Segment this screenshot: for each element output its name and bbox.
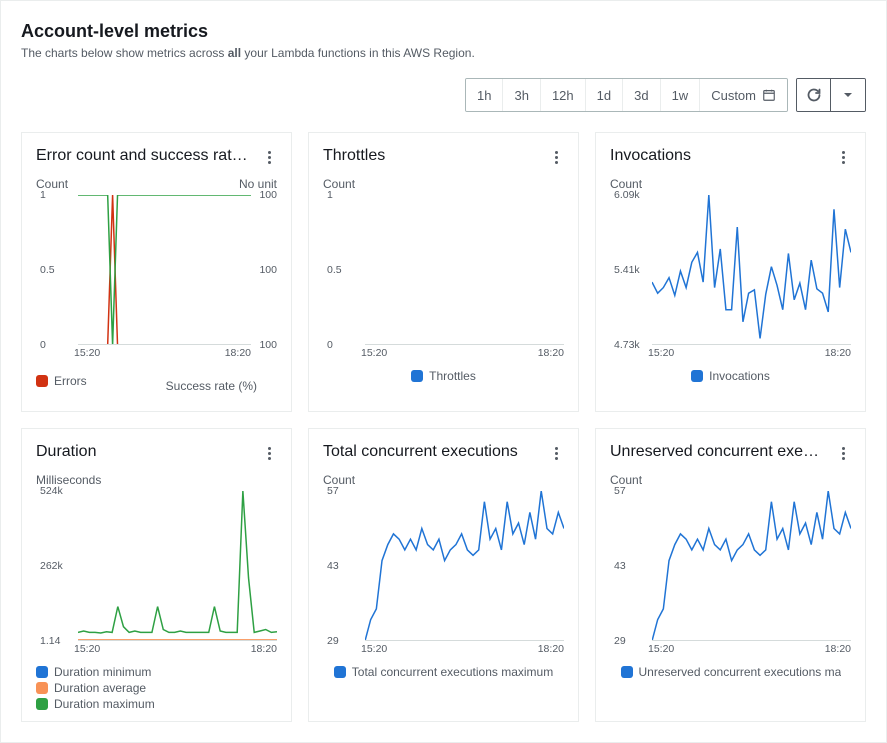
- actions-dropdown-button[interactable]: [831, 79, 865, 111]
- chart-card-unreserved: Unreserved concurrent exe… Count 574329 15:…: [595, 428, 866, 722]
- chart-legend: Total concurrent executions maximum: [323, 665, 564, 679]
- legend-item: Duration average: [36, 681, 277, 695]
- legend-item: Total concurrent executions maximum: [334, 665, 553, 679]
- chart-menu-button[interactable]: [835, 147, 851, 167]
- chart-card-duration: Duration Milliseconds 524k262k1.14 15:2018:…: [21, 428, 292, 722]
- range-3h[interactable]: 3h: [503, 79, 540, 111]
- range-3d[interactable]: 3d: [623, 79, 660, 111]
- metrics-panel: Account-level metrics The charts below s…: [0, 0, 887, 743]
- x-axis-ticks: 15:2018:20: [361, 347, 564, 359]
- range-1d[interactable]: 1d: [586, 79, 623, 111]
- chart-menu-button[interactable]: [548, 443, 564, 463]
- chart-menu-button[interactable]: [835, 443, 851, 463]
- chart-legend: Errors Success rate (%): [36, 369, 277, 393]
- axis-labels: CountNo unit: [36, 177, 277, 191]
- x-axis-ticks: 15:2018:20: [648, 347, 851, 359]
- legend-swatch: [36, 666, 48, 678]
- chart-legend: Invocations: [610, 369, 851, 383]
- legend-item: Errors: [36, 369, 87, 393]
- chart-legend: Duration minimum Duration average Duration…: [36, 665, 277, 711]
- chart-plot: 10.50100100100: [40, 195, 277, 345]
- chart-title: Total concurrent executions: [323, 443, 548, 461]
- axis-labels: Milliseconds: [36, 473, 277, 487]
- axis-labels: Count: [610, 177, 851, 191]
- chart-menu-button[interactable]: [548, 147, 564, 167]
- x-axis-ticks: 15:2018:20: [648, 643, 851, 655]
- chart-title: Invocations: [610, 147, 835, 165]
- page-description: The charts below show metrics across all…: [21, 46, 866, 60]
- chart-legend: Unreserved concurrent executions maximum: [610, 665, 851, 679]
- x-axis-ticks: 15:2018:20: [361, 643, 564, 655]
- range-12h[interactable]: 12h: [541, 79, 586, 111]
- calendar-icon: [762, 88, 776, 102]
- chart-title: Throttles: [323, 147, 548, 165]
- page-title: Account-level metrics: [21, 21, 866, 42]
- chart-plot: 524k262k1.14: [40, 491, 277, 641]
- chart-card-invocations: Invocations Count 6.09k5.41k4.73k 15:2018:2…: [595, 132, 866, 412]
- charts-grid: Error count and success rat… CountNo unit…: [21, 132, 866, 722]
- legend-item: Throttles: [411, 369, 476, 383]
- chart-card-errors: Error count and success rat… CountNo unit…: [21, 132, 292, 412]
- chart-title: Error count and success rat…: [36, 147, 261, 165]
- legend-swatch: [334, 666, 346, 678]
- refresh-icon: [806, 87, 822, 103]
- legend-swatch: [691, 370, 703, 382]
- axis-labels: Count: [610, 473, 851, 487]
- action-button-group: [796, 78, 866, 112]
- chart-plot: 574329: [327, 491, 564, 641]
- chart-title: Duration: [36, 443, 261, 461]
- legend-item: Duration maximum: [36, 697, 277, 711]
- legend-swatch: [36, 698, 48, 710]
- chart-title: Unreserved concurrent exe…: [610, 443, 835, 461]
- legend-item: Duration minimum: [36, 665, 277, 679]
- chart-menu-button[interactable]: [261, 147, 277, 167]
- chart-legend: Throttles: [323, 369, 564, 383]
- chart-card-throttles: Throttles Count 10.50 15:2018:20 Throttles: [308, 132, 579, 412]
- x-axis-ticks: 15:2018:20: [74, 643, 277, 655]
- legend-item: Invocations: [691, 369, 770, 383]
- legend-swatch: [411, 370, 423, 382]
- refresh-button[interactable]: [797, 79, 831, 111]
- chart-plot: 10.50: [327, 195, 564, 345]
- legend-item: Unreserved concurrent executions maximum: [621, 665, 841, 679]
- axis-labels: Count: [323, 473, 564, 487]
- legend-swatch: [621, 666, 633, 678]
- chart-plot: 6.09k5.41k4.73k: [614, 195, 851, 345]
- x-axis-ticks: 15:2018:20: [74, 347, 251, 359]
- toolbar: 1h 3h 12h 1d 3d 1w Custom: [21, 78, 866, 112]
- caret-down-icon: [842, 89, 854, 101]
- chart-plot: 574329: [614, 491, 851, 641]
- axis-labels: Count: [323, 177, 564, 191]
- range-1w[interactable]: 1w: [661, 79, 701, 111]
- chart-menu-button[interactable]: [261, 443, 277, 463]
- time-range-group: 1h 3h 12h 1d 3d 1w Custom: [465, 78, 788, 112]
- legend-swatch: [36, 375, 48, 387]
- range-1h[interactable]: 1h: [466, 79, 503, 111]
- range-custom[interactable]: Custom: [700, 79, 787, 111]
- chart-card-concurrent: Total concurrent executions Count 574329 15…: [308, 428, 579, 722]
- legend-item: Success rate (%): [166, 379, 257, 393]
- legend-swatch: [36, 682, 48, 694]
